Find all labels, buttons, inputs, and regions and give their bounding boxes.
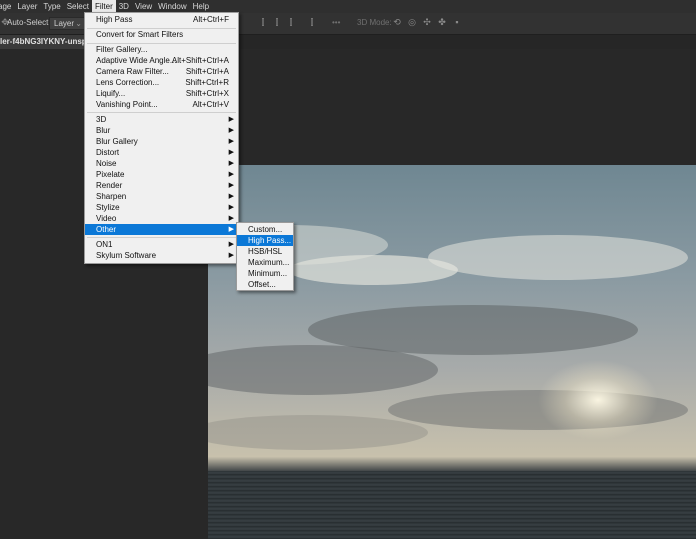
document-tab[interactable]: ler-f4bNG3IYKNY-unsplash.j: [0, 35, 86, 49]
auto-select-value: Layer: [54, 19, 75, 28]
auto-select-label: Auto-Select:: [7, 18, 51, 27]
chevron-right-icon: ▶: [228, 182, 234, 189]
sea: [208, 471, 696, 539]
menu-item-pixelate[interactable]: Pixelate ▶: [85, 169, 238, 180]
chevron-right-icon: ▶: [228, 241, 234, 248]
menu-item-convert-smart-filters[interactable]: Convert for Smart Filters: [85, 29, 238, 40]
3d-rotate-icon[interactable]: ⟲: [392, 17, 402, 28]
3d-scale-icon[interactable]: ▪: [452, 17, 462, 28]
other-submenu: Custom... High Pass... HSB/HSL Maximum..…: [236, 222, 294, 291]
menu-layer[interactable]: Layer: [14, 0, 40, 13]
submenu-item-maximum[interactable]: Maximum...: [237, 257, 293, 268]
menu-item-high-pass-last[interactable]: High Pass Alt+Ctrl+F: [85, 14, 238, 25]
menu-item-on1[interactable]: ON1 ▶: [85, 239, 238, 250]
menu-item-liquify[interactable]: Liquify... Shift+Ctrl+X: [85, 88, 238, 99]
more-options-button[interactable]: •••: [332, 18, 340, 27]
3d-roll-icon[interactable]: ◎: [407, 17, 417, 28]
menu-item-blur[interactable]: Blur ▶: [85, 125, 238, 136]
align-left-icon[interactable]: ⫿: [258, 17, 268, 28]
menu-item-sharpen[interactable]: Sharpen ▶: [85, 191, 238, 202]
menu-item-skylum-software[interactable]: Skylum Software ▶: [85, 250, 238, 261]
chevron-down-icon: ⌄: [75, 19, 82, 28]
align-right-icon[interactable]: ⫿: [286, 17, 296, 28]
chevron-right-icon: ▶: [228, 171, 234, 178]
menu-item-render[interactable]: Render ▶: [85, 180, 238, 191]
submenu-item-offset[interactable]: Offset...: [237, 279, 293, 290]
distribute-icon[interactable]: ⫿: [307, 17, 317, 28]
menu-type[interactable]: Type: [40, 0, 63, 13]
submenu-item-custom[interactable]: Custom...: [237, 224, 293, 235]
menu-item-adaptive-wide-angle[interactable]: Adaptive Wide Angle... Alt+Shift+Ctrl+A: [85, 55, 238, 66]
menu-item-blur-gallery[interactable]: Blur Gallery ▶: [85, 136, 238, 147]
menu-image[interactable]: age: [0, 0, 14, 13]
chevron-right-icon: ▶: [228, 226, 234, 233]
chevron-right-icon: ▶: [228, 204, 234, 211]
menu-item-stylize[interactable]: Stylize ▶: [85, 202, 238, 213]
chevron-right-icon: ▶: [228, 252, 234, 259]
3d-mode-label: 3D Mode:: [357, 18, 392, 27]
menu-item-noise[interactable]: Noise ▶: [85, 158, 238, 169]
align-center-icon[interactable]: ⫿: [272, 17, 282, 28]
menu-item-lens-correction[interactable]: Lens Correction... Shift+Ctrl+R: [85, 77, 238, 88]
chevron-right-icon: ▶: [228, 138, 234, 145]
menu-item-distort[interactable]: Distort ▶: [85, 147, 238, 158]
menu-item-video[interactable]: Video ▶: [85, 213, 238, 224]
chevron-right-icon: ▶: [228, 116, 234, 123]
menu-item-filter-gallery[interactable]: Filter Gallery...: [85, 44, 238, 55]
chevron-right-icon: ▶: [228, 149, 234, 156]
auto-select-dropdown[interactable]: Layer ⌄: [49, 17, 85, 30]
submenu-item-hsb-hsl[interactable]: HSB/HSL: [237, 246, 293, 257]
3d-pan-icon[interactable]: ✣: [422, 17, 432, 28]
chevron-right-icon: ▶: [228, 160, 234, 167]
sun-glow: [538, 360, 658, 440]
chevron-right-icon: ▶: [228, 193, 234, 200]
submenu-item-high-pass[interactable]: High Pass...: [237, 235, 293, 246]
menu-item-3d[interactable]: 3D ▶: [85, 114, 238, 125]
menu-item-other[interactable]: Other ▶: [85, 224, 238, 235]
filter-menu: High Pass Alt+Ctrl+F Convert for Smart F…: [84, 12, 239, 264]
3d-slide-icon[interactable]: ✤: [437, 17, 447, 28]
menu-item-camera-raw[interactable]: Camera Raw Filter... Shift+Ctrl+A: [85, 66, 238, 77]
chevron-right-icon: ▶: [228, 215, 234, 222]
menu-item-vanishing-point[interactable]: Vanishing Point... Alt+Ctrl+V: [85, 99, 238, 110]
submenu-item-minimum[interactable]: Minimum...: [237, 268, 293, 279]
chevron-right-icon: ▶: [228, 127, 234, 134]
